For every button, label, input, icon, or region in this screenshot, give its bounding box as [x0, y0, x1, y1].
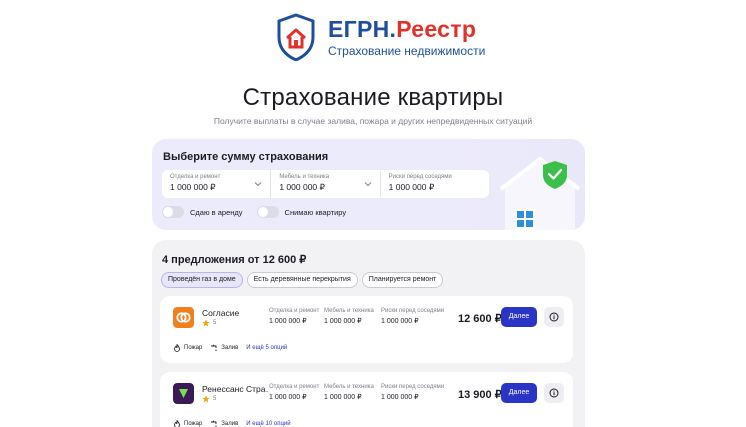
info-icon: [549, 388, 559, 398]
toggle-label: Сдаю в аренду: [190, 207, 243, 217]
chevron-down-icon: [364, 182, 372, 187]
coverage-neighbors: Риски перед соседями 1 000 000 ₽: [381, 384, 444, 401]
coverage-value: 1 000 000 ₽: [269, 318, 307, 325]
field-furniture[interactable]: Мебель и техника 1 000 000 ₽: [271, 170, 381, 198]
site-logo[interactable]: ЕГРН.Реестр Страхование недвижимости: [276, 13, 485, 63]
rating-value: 5: [213, 320, 217, 326]
faucet-icon: [211, 420, 217, 427]
coverage-label: Мебель и техника: [324, 384, 374, 390]
coverage-value: 1 000 000 ₽: [381, 394, 419, 401]
coverage-value: 1 000 000 ₽: [269, 394, 307, 401]
insurer-name: Ренессанс Стра…: [202, 384, 268, 394]
switch[interactable]: [256, 206, 279, 218]
field-neighbors[interactable]: Риски перед соседями 1 000 000 ₽: [381, 170, 489, 198]
tag-fire: Пожар: [173, 420, 202, 427]
insurer-name: Согласие: [202, 308, 240, 318]
coverage-furniture: Мебель и техника 1 000 000 ₽: [324, 384, 374, 401]
coverage-repair: Отделка и ремонт 1 000 000 ₽: [269, 384, 319, 401]
chip-renovation[interactable]: Планируется ремонт: [361, 272, 444, 288]
coverage-neighbors: Риски перед соседями 1 000 000 ₽: [381, 308, 444, 325]
page-subtitle: Получите выплаты в случае залива, пожара…: [213, 116, 533, 126]
coverage-value: 1 000 000 ₽: [324, 318, 362, 325]
coverage-label: Отделка и ремонт: [269, 308, 320, 314]
offers-panel: 4 предложения от 12 600 ₽ Проведён газ в…: [152, 240, 585, 427]
sum-card-title: Выберите сумму страхования: [163, 151, 329, 163]
more-options-link[interactable]: И ещё 5 опций: [246, 345, 287, 351]
coverage-label: Отделка и ремонт: [269, 384, 320, 390]
coverage-repair: Отделка и ремонт 1 000 000 ₽: [269, 308, 319, 325]
insurance-sum-card: Выберите сумму страхования Отделка и рем…: [152, 139, 585, 230]
next-button[interactable]: Далее: [501, 383, 537, 403]
tag-label: Залив: [221, 345, 239, 351]
coverage-label: Риски перед соседями: [381, 384, 445, 390]
switch[interactable]: [162, 206, 184, 218]
house-shield-icon: [277, 13, 315, 61]
rating: 5: [202, 395, 216, 403]
sum-fields: Отделка и ремонт 1 000 000 ₽ Мебель и те…: [162, 170, 489, 198]
toggle-renting[interactable]: Снимаю квартиру: [256, 206, 347, 218]
soglasie-logo-icon: [173, 307, 194, 328]
house-illustration-icon: [499, 156, 581, 230]
filter-chips: Проведён газ в доме Есть деревянные пере…: [161, 272, 447, 288]
logo-subtitle: Страхование недвижимости: [328, 44, 486, 58]
field-label: Риски перед соседями: [388, 174, 452, 180]
faucet-icon: [211, 344, 217, 351]
coverage-label: Риски перед соседями: [381, 308, 445, 314]
logo-title: ЕГРН.Реестр: [328, 16, 477, 42]
page-title: Страхование квартиры: [242, 84, 504, 111]
chip-gas[interactable]: Проведён газ в доме: [161, 272, 243, 288]
next-button[interactable]: Далее: [501, 307, 537, 327]
offers-title: 4 предложения от 12 600 ₽: [162, 254, 307, 266]
field-repair[interactable]: Отделка и ремонт 1 000 000 ₽: [162, 170, 272, 198]
tag-flood: Залив: [210, 344, 238, 352]
star-icon: [202, 395, 210, 403]
info-icon: [549, 312, 559, 322]
info-button[interactable]: [544, 383, 564, 403]
coverage-furniture: Мебель и техника 1 000 000 ₽: [324, 308, 374, 325]
offer-tags: Пожар Залив И ещё 10 опций: [173, 420, 291, 427]
rating-value: 5: [213, 396, 217, 402]
renaissance-logo-icon: [173, 383, 194, 404]
tag-label: Залив: [221, 421, 239, 427]
offer-price: 12 600 ₽: [458, 313, 502, 325]
offer-card[interactable]: Ренессанс Стра… 5 Отделка и ремонт 1 000…: [160, 372, 573, 427]
rating: 5: [202, 319, 216, 327]
toggle-renting-out[interactable]: Сдаю в аренду: [162, 206, 243, 218]
more-options-link[interactable]: И ещё 10 опций: [246, 421, 290, 427]
coverage-value: 1 000 000 ₽: [324, 394, 362, 401]
toggles: Сдаю в аренду Снимаю квартиру: [162, 206, 360, 218]
offer-tags: Пожар Залив И ещё 5 опций: [173, 344, 287, 352]
offer-price: 13 900 ₽: [458, 389, 502, 401]
chevron-down-icon: [254, 182, 262, 187]
tag-fire: Пожар: [173, 344, 202, 352]
chip-wooden-floors[interactable]: Есть деревянные перекрытия: [246, 272, 358, 288]
coverage-value: 1 000 000 ₽: [381, 318, 419, 325]
fire-icon: [174, 344, 180, 352]
toggle-label: Снимаю квартиру: [284, 207, 347, 217]
fire-icon: [174, 420, 180, 427]
tag-label: Пожар: [184, 345, 203, 351]
offer-card[interactable]: Согласие 5 Отделка и ремонт 1 000 000 ₽ …: [160, 296, 573, 363]
info-button[interactable]: [544, 307, 564, 327]
tag-label: Пожар: [184, 421, 203, 427]
star-icon: [202, 319, 210, 327]
tag-flood: Залив: [210, 420, 238, 427]
field-value: 1 000 000 ₽: [388, 182, 435, 192]
coverage-label: Мебель и техника: [324, 308, 374, 314]
